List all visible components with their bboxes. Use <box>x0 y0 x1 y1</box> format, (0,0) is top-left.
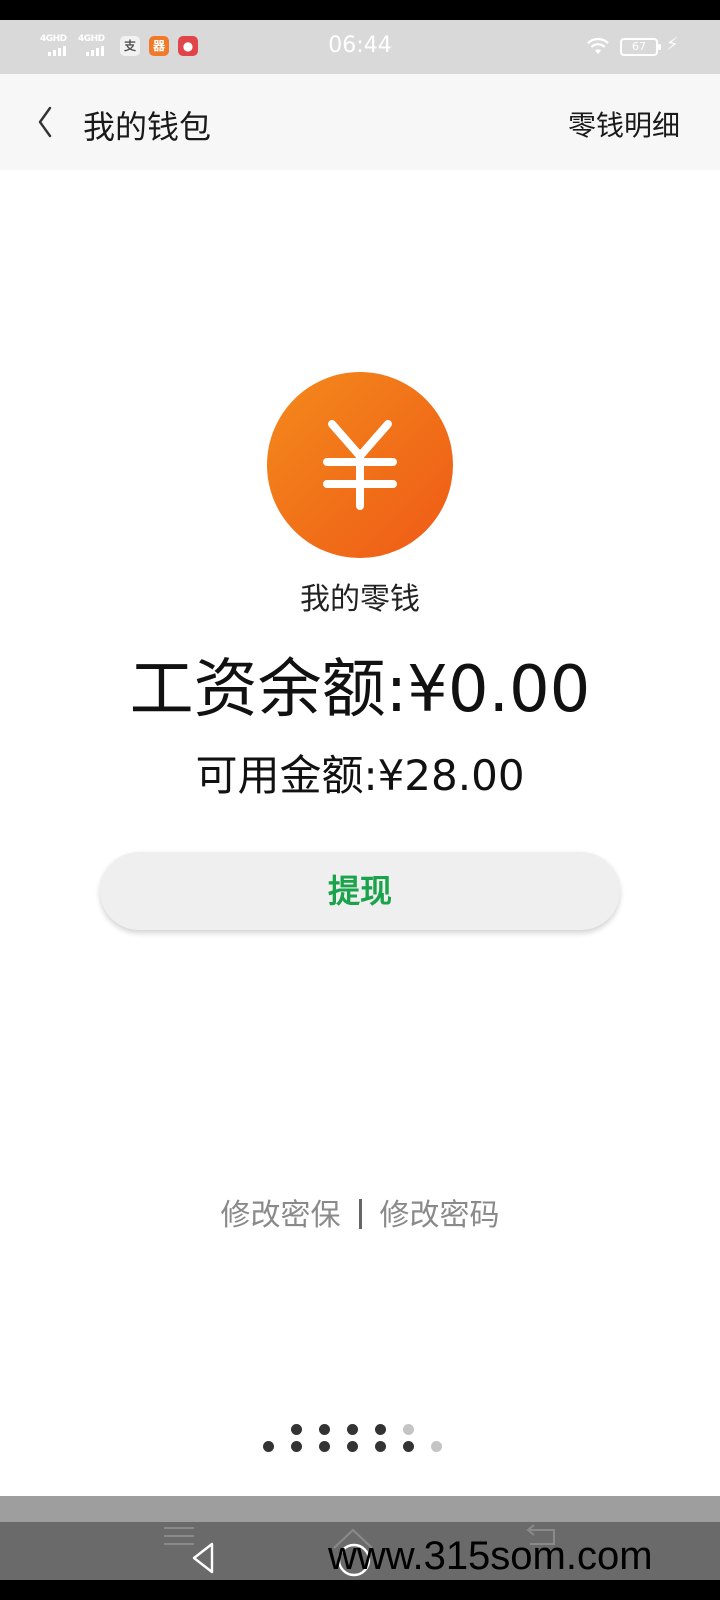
top-black-bar <box>0 0 720 20</box>
charging-icon: ⚡ <box>666 34 679 55</box>
battery-level: 67 <box>632 40 646 53</box>
page-dot <box>291 1441 302 1452</box>
watermark-text: www.315som.com <box>328 1534 653 1578</box>
back-chevron-icon[interactable] <box>30 98 66 146</box>
yuan-icon <box>323 420 397 510</box>
page-dot <box>375 1424 386 1435</box>
status-clock: 06:44 <box>328 33 392 58</box>
bottom-strip <box>0 1496 720 1522</box>
page-dot <box>347 1441 358 1452</box>
link-divider <box>358 1198 362 1229</box>
page-dot <box>403 1424 414 1435</box>
wallet-content: 我的零钱 工资余额:¥0.00 可用金额:¥28.00 提现 修改密保 修改密码 <box>0 170 720 1496</box>
page-dot <box>347 1424 358 1435</box>
security-links: 修改密保 修改密码 <box>0 1190 720 1234</box>
back-nav-icon[interactable] <box>186 1538 220 1578</box>
page-dot <box>319 1424 330 1435</box>
bottom-black-bar <box>0 1580 720 1600</box>
wallet-label: 我的零钱 <box>300 582 420 617</box>
battery-icon: 67 <box>620 38 661 56</box>
page-dot <box>431 1441 442 1452</box>
nav-bar: 我的钱包 零钱明细 <box>0 74 720 170</box>
coin-avatar <box>267 372 453 558</box>
page-dot <box>375 1441 386 1452</box>
page-dot <box>291 1424 302 1435</box>
page-title: 我的钱包 <box>83 108 212 146</box>
page-dot <box>319 1441 330 1452</box>
page-dot <box>403 1441 414 1452</box>
salary-balance: 工资余额:¥0.00 <box>129 653 591 727</box>
withdraw-button[interactable]: 提现 <box>100 852 620 930</box>
change-details-link[interactable]: 零钱明细 <box>568 104 680 144</box>
page-dot <box>263 1441 274 1452</box>
wifi-icon <box>587 37 609 54</box>
change-password-link[interactable]: 修改密码 <box>380 1190 500 1234</box>
change-security-link[interactable]: 修改密保 <box>221 1190 341 1234</box>
page-indicator <box>0 1424 720 1464</box>
status-bar: 4GHD 4GHD 支 器 ● 06:44 67 ⚡ <box>0 20 720 74</box>
available-amount: 可用金额:¥28.00 <box>195 751 525 800</box>
